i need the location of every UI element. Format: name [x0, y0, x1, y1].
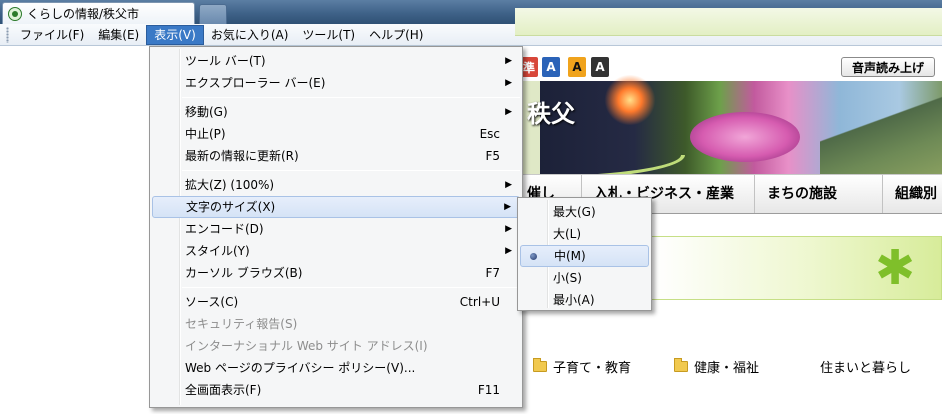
view-menu-full-screen[interactable]: 全画面表示(F) F11: [152, 379, 520, 401]
menu-item-label: 中(M): [554, 249, 586, 263]
view-menu-caret-browsing[interactable]: カーソル ブラウズ(B) F7: [152, 262, 520, 284]
menu-item-label: スタイル(Y): [185, 244, 250, 258]
menu-item-label: 全画面表示(F): [185, 383, 262, 397]
menu-item-label: Web ページのプライバシー ポリシー(V)...: [185, 361, 416, 375]
view-menu-stop[interactable]: 中止(P) Esc: [152, 123, 520, 145]
menu-item-label: 中止(P): [185, 127, 226, 141]
view-menu: ツール バー(T) ▶ エクスプローラー バー(E) ▶ 移動(G) ▶ 中止(…: [149, 46, 523, 408]
new-tab-button[interactable]: [199, 4, 227, 24]
text-size-smallest[interactable]: 最小(A): [520, 289, 649, 311]
menu-help[interactable]: ヘルプ(H): [362, 25, 430, 45]
menu-item-label: ソース(C): [185, 295, 239, 309]
view-menu-privacy-policy[interactable]: Web ページのプライバシー ポリシー(V)...: [152, 357, 520, 379]
menu-item-label: ツール バー(T): [185, 54, 266, 68]
menu-item-label: エンコード(D): [185, 222, 264, 236]
mountain-image: [820, 87, 942, 177]
voice-reading-button[interactable]: 音声読み上げ: [841, 57, 935, 77]
banner-logo: 秩父: [527, 99, 575, 128]
category-label: 子育て・教育: [553, 361, 632, 376]
maple-leaf-icon: ✱: [874, 240, 916, 296]
folder-icon: [674, 358, 688, 372]
menu-item-shortcut: Ctrl+U: [459, 295, 500, 309]
view-menu-explorer-bar[interactable]: エクスプローラー バー(E) ▶: [152, 72, 520, 94]
font-size-medium-button[interactable]: A: [568, 57, 586, 77]
chevron-right-icon: ▶: [505, 78, 512, 88]
menu-item-label: カーソル ブラウズ(B): [185, 266, 303, 280]
menu-edit[interactable]: 編集(E): [91, 25, 146, 45]
view-menu-zoom[interactable]: 拡大(Z) (100%) ▶: [152, 174, 520, 196]
menu-item-label: 移動(G): [185, 105, 228, 119]
radio-dot-icon: [530, 253, 537, 260]
menu-item-shortcut: F5: [485, 149, 500, 163]
chevron-right-icon: ▶: [505, 56, 512, 66]
chevron-right-icon: ▶: [505, 246, 512, 256]
menu-item-shortcut: F11: [477, 383, 500, 397]
tab-title: くらしの情報/秩父市: [27, 7, 140, 21]
text-size-submenu: 最大(G) 大(L) 中(M) 小(S) 最小(A): [517, 197, 652, 311]
nav-item-organization[interactable]: 組織別: [883, 175, 942, 213]
menu-item-label: セキュリティ報告(S): [185, 317, 298, 331]
menu-item-label: 最新の情報に更新(R): [185, 149, 299, 163]
menu-item-label: 小(S): [553, 271, 582, 285]
text-size-medium[interactable]: 中(M): [520, 245, 649, 267]
browser-tab[interactable]: くらしの情報/秩父市: [2, 2, 195, 24]
menu-item-shortcut: Esc: [479, 127, 500, 141]
menu-separator: [182, 287, 520, 288]
view-menu-refresh[interactable]: 最新の情報に更新(R) F5: [152, 145, 520, 167]
category-label: 住まいと暮らし: [820, 361, 912, 376]
menu-item-label: 拡大(Z) (100%): [185, 178, 275, 192]
menu-item-shortcut: F7: [485, 266, 500, 280]
chevron-right-icon: ▶: [505, 224, 512, 234]
category-label: 健康・福祉: [694, 361, 760, 376]
menu-item-label: 最小(A): [553, 293, 595, 307]
view-menu-encoding[interactable]: エンコード(D) ▶: [152, 218, 520, 240]
view-menu-security-report: セキュリティ報告(S): [152, 313, 520, 335]
folder-icon: [533, 358, 547, 372]
text-size-smaller[interactable]: 小(S): [520, 267, 649, 289]
chevron-right-icon: ▶: [504, 202, 511, 212]
firework-image: [600, 75, 660, 125]
view-menu-text-size[interactable]: 文字のサイズ(X) ▶: [152, 196, 520, 218]
globe-favicon-icon: [8, 6, 22, 21]
category-link-housing[interactable]: 住まいと暮らし: [820, 357, 911, 376]
menu-file[interactable]: ファイル(F): [13, 25, 91, 45]
menu-separator: [182, 170, 520, 171]
menu-item-label: 大(L): [553, 227, 582, 241]
view-menu-style[interactable]: スタイル(Y) ▶: [152, 240, 520, 262]
menu-item-label: 文字のサイズ(X): [186, 200, 276, 214]
view-menu-international-address: インターナショナル Web サイト アドレス(I): [152, 335, 520, 357]
menu-item-label: エクスプローラー バー(E): [185, 76, 326, 90]
view-menu-source[interactable]: ソース(C) Ctrl+U: [152, 291, 520, 313]
view-menu-go-to[interactable]: 移動(G) ▶: [152, 101, 520, 123]
chevron-right-icon: ▶: [505, 107, 512, 117]
font-size-small-button[interactable]: A: [542, 57, 560, 77]
chevron-right-icon: ▶: [505, 180, 512, 190]
menu-favorites[interactable]: お気に入り(A): [204, 25, 296, 45]
text-size-larger[interactable]: 大(L): [520, 223, 649, 245]
view-menu-toolbars[interactable]: ツール バー(T) ▶: [152, 50, 520, 72]
font-size-large-button[interactable]: A: [591, 57, 609, 77]
nav-item-facilities[interactable]: まちの施設: [755, 175, 883, 213]
category-link-childcare[interactable]: 子育て・教育: [533, 357, 631, 376]
text-size-largest[interactable]: 最大(G): [520, 201, 649, 223]
menu-item-label: 最大(G): [553, 205, 596, 219]
menubar-grip-icon: [6, 26, 9, 43]
menu-tools[interactable]: ツール(T): [295, 25, 362, 45]
font-size-bar: [515, 8, 942, 36]
menu-item-label: インターナショナル Web サイト アドレス(I): [185, 339, 428, 353]
menu-view[interactable]: 表示(V): [146, 24, 204, 45]
menu-separator: [182, 97, 520, 98]
moss-phlox-image: [690, 112, 800, 162]
category-link-health[interactable]: 健康・福祉: [674, 357, 759, 376]
